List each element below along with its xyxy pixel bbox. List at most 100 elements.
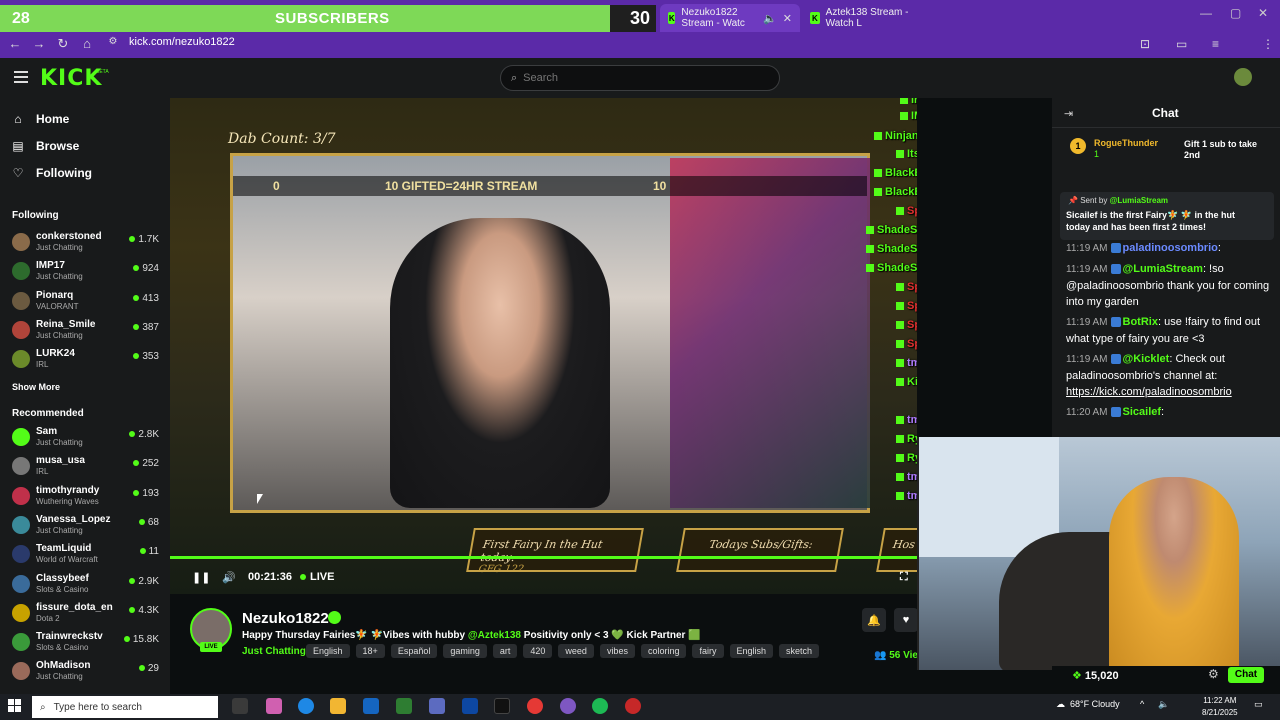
gift-leaderboard[interactable]: 1 RogueThunder 1 Gift 1 sub to take 2nd [1066, 136, 1266, 166]
system-clock[interactable]: 11:22 AM 8/21/2025 [1202, 695, 1238, 719]
stream-category[interactable]: Just Chatting [242, 646, 306, 657]
copilot-icon[interactable] [266, 698, 282, 714]
chat-settings-icon[interactable]: ⚙ [1208, 667, 1219, 681]
channel-viewers: 924 [133, 263, 159, 274]
chat-username[interactable]: paladinoosombrio [1123, 242, 1218, 254]
sidebar-nav-browse[interactable]: ▤ Browse [12, 139, 79, 153]
sidebar-nav-following[interactable]: ♡ Following [12, 166, 92, 180]
tiktok-icon[interactable] [494, 698, 510, 714]
spotify-icon[interactable] [592, 698, 608, 714]
sidebar-channel-item[interactable]: Vanessa_Lopez Just Chatting 68 [12, 514, 162, 540]
back-icon[interactable]: ← [6, 36, 24, 51]
site-info-icon[interactable]: ⚙ [104, 36, 122, 47]
home-browser-icon[interactable]: ⌂ [78, 36, 96, 51]
tag-chip[interactable]: coloring [640, 644, 687, 658]
windows-start-icon[interactable] [8, 699, 22, 713]
volume-icon[interactable]: 🔊 [222, 571, 236, 584]
collapse-chat-icon[interactable]: ⇥ [1064, 107, 1073, 120]
streamer-name[interactable]: Nezuko1822 [242, 610, 329, 627]
forward-icon[interactable]: → [30, 36, 48, 51]
channel-points[interactable]: ❖ 15,020 [1072, 669, 1119, 682]
tab-aztek[interactable]: K Aztek138 Stream - Watch L [802, 4, 932, 32]
title-mention[interactable]: @Aztek138 [468, 630, 521, 641]
tag-chip[interactable]: gaming [443, 644, 487, 658]
reading-list-icon[interactable]: ≡ [1212, 37, 1219, 51]
sidebar-channel-item[interactable]: Sam Just Chatting 2.8K [12, 426, 162, 452]
chat-message: 11:19 AM @LumiaStream: !so @paladinoosomb… [1066, 261, 1272, 310]
chat-link[interactable]: https://kick.com/paladinoosombrio [1066, 386, 1232, 398]
chat-username[interactable]: Sicailef [1123, 406, 1162, 418]
maximize-icon[interactable]: ▢ [1230, 6, 1241, 20]
reload-icon[interactable]: ↻ [54, 36, 72, 52]
volume-tray-icon[interactable]: 🔈 [1158, 699, 1169, 710]
tag-chip[interactable]: fairy [692, 644, 724, 658]
split-icon[interactable]: ▭ [1176, 37, 1187, 51]
chat-badge-icon [866, 264, 874, 273]
url-text[interactable]: kick.com/nezuko1822 [129, 36, 235, 48]
chat-username[interactable]: @LumiaStream [1123, 263, 1203, 275]
excel-icon[interactable] [396, 698, 412, 714]
chrome-icon[interactable] [527, 698, 543, 714]
tag-chip[interactable]: Español [390, 644, 438, 658]
pinned-text: Sicailef is the first Fairy🧚 🧚 in the hu… [1066, 210, 1235, 232]
sidebar-channel-item[interactable]: timothyrandy Wuthering Waves 193 [12, 485, 162, 511]
tab-nezuko[interactable]: K Nezuko1822 Stream - Watc 🔈 ✕ [660, 4, 800, 32]
subscriber-goal-banner: 28 SUBSCRIBERS 30 [0, 5, 656, 32]
weather-text[interactable]: 68°F Cloudy [1070, 699, 1120, 709]
minimize-icon[interactable]: — [1200, 6, 1212, 20]
sidebar-channel-item[interactable]: Reina_Smile Just Chatting 387 [12, 319, 162, 345]
taskbar-search[interactable]: ⌕ Type here to search [32, 696, 218, 718]
outlook-icon[interactable] [462, 698, 478, 714]
sidebar-channel-item[interactable]: Classybeef Slots & Casino 2.9K [12, 573, 162, 599]
tag-chip[interactable]: 420 [523, 644, 553, 658]
tag-chip[interactable]: vibes [599, 644, 635, 658]
notification-bell-icon[interactable]: 🔔 [862, 608, 886, 632]
game-icon[interactable] [429, 698, 445, 714]
menu-dots-icon[interactable]: ⋮ [1262, 37, 1274, 51]
fullscreen-icon[interactable]: ⛶ [900, 571, 908, 584]
tab-close-icon[interactable]: ✕ [783, 12, 792, 25]
follow-heart-icon[interactable]: ♥ [894, 608, 918, 632]
discord-icon[interactable] [560, 698, 576, 714]
chat-badge-icon [896, 416, 904, 425]
hamburger-menu-icon[interactable] [14, 71, 28, 83]
tray-expand-icon[interactable]: ^ [1140, 699, 1144, 709]
chat-send-button[interactable]: Chat [1228, 667, 1264, 683]
tag-chip[interactable]: English [729, 644, 774, 658]
sidebar-channel-item[interactable]: IMP17 Just Chatting 924 [12, 260, 162, 286]
file-explorer-icon[interactable] [330, 698, 346, 714]
extensions-icon[interactable]: ⊡ [1140, 37, 1150, 51]
show-more-button[interactable]: Show More [12, 382, 60, 392]
search-input[interactable] [523, 72, 724, 84]
tag-chip[interactable]: English [306, 644, 350, 658]
sidebar-channel-item[interactable]: fissure_dota_en Dota 2 4.3K [12, 602, 162, 628]
chat-username[interactable]: @Kicklet [1123, 353, 1170, 365]
sidebar-channel-item[interactable]: LURK24 IRL 353 [12, 348, 162, 374]
sidebar-channel-item[interactable]: musa_usa IRL 252 [12, 455, 162, 481]
edge-icon[interactable] [298, 698, 314, 714]
sidebar-channel-item[interactable]: conkerstoned Just Chatting 1.7K [12, 231, 162, 257]
pause-icon[interactable]: ❚❚ [192, 571, 210, 584]
sidebar-channel-item[interactable]: TeamLiquid World of Warcraft 11 [12, 543, 162, 569]
video-progress[interactable] [170, 556, 917, 559]
tag-chip[interactable]: 18+ [355, 644, 385, 658]
task-view-icon[interactable] [232, 698, 248, 714]
video-player[interactable]: Dab Count: 3/7 0 10 GIFTED=24HR STREAM 1… [170, 98, 917, 594]
tab-mute-icon[interactable]: 🔈 [763, 12, 777, 25]
user-avatar[interactable] [1234, 68, 1252, 86]
sidebar-nav-home[interactable]: ⌂ Home [12, 112, 69, 126]
pinned-message[interactable]: 📌 Sent by @LumiaStream Sicailef is the f… [1060, 192, 1274, 240]
store-icon[interactable] [363, 698, 379, 714]
kick-logo[interactable]: KICK [40, 66, 102, 91]
close-window-icon[interactable]: ✕ [1258, 6, 1268, 20]
tag-chip[interactable]: sketch [779, 644, 820, 658]
notifications-icon[interactable]: ▭ [1254, 699, 1263, 710]
tag-chip[interactable]: art [492, 644, 518, 658]
search-box[interactable]: ⌕ [500, 65, 780, 91]
sidebar-channel-item[interactable]: OhMadison Just Chatting 29 [12, 660, 162, 686]
chat-username[interactable]: BotRix [1123, 316, 1158, 328]
sidebar-channel-item[interactable]: Pionarq VALORANT 413 [12, 290, 162, 316]
tag-chip[interactable]: weed [558, 644, 594, 658]
obs-icon[interactable] [625, 698, 641, 714]
sidebar-channel-item[interactable]: Trainwreckstv Slots & Casino 15.8K [12, 631, 162, 657]
